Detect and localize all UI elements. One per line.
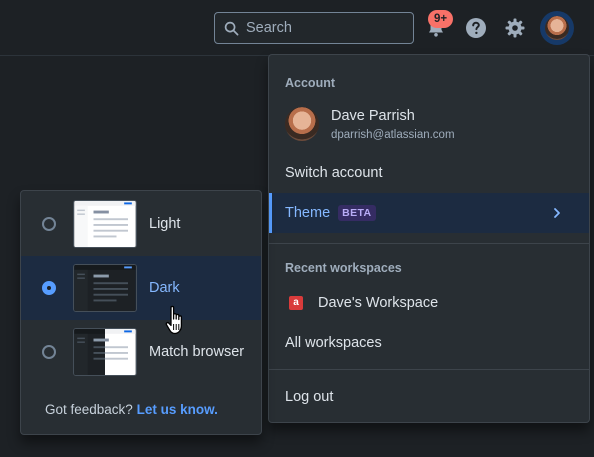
workspace-item[interactable]: a Dave's Workspace <box>269 283 589 323</box>
theme-option-label: Match browser <box>149 344 245 360</box>
chevron-right-icon <box>554 208 560 218</box>
avatar <box>285 107 319 141</box>
search-icon <box>224 21 239 35</box>
divider <box>269 243 589 244</box>
search-input[interactable]: Search <box>214 12 414 44</box>
workspace-name: Dave's Workspace <box>318 295 439 311</box>
feedback-line: Got feedback? Let us know. <box>45 402 218 417</box>
notifications-badge: 9+ <box>428 10 454 28</box>
theme-option-label: Dark <box>149 280 180 296</box>
radio-match-browser[interactable] <box>42 345 56 359</box>
theme-option-light[interactable]: Light <box>21 192 261 256</box>
avatar[interactable] <box>545 16 569 40</box>
match-browser-thumbnail-icon <box>73 328 137 376</box>
beta-badge: BETA <box>338 205 376 221</box>
hand-cursor-icon <box>165 305 183 335</box>
theme-option-label: Light <box>149 216 181 232</box>
theme-item[interactable]: Theme BETA <box>269 193 589 233</box>
gear-icon[interactable] <box>503 16 527 40</box>
theme-label: Theme <box>285 205 331 221</box>
all-workspaces-label: All workspaces <box>285 335 382 351</box>
help-icon[interactable] <box>464 16 488 40</box>
light-theme-thumbnail-icon <box>73 200 137 248</box>
feedback-link[interactable]: Let us know. <box>137 402 218 417</box>
radio-dark[interactable] <box>42 281 56 295</box>
user-email: dparrish@atlassian.com <box>331 128 455 141</box>
account-menu: Account Dave Parrish dparrish@atlassian.… <box>268 54 590 423</box>
logout-label: Log out <box>285 389 334 405</box>
theme-option-match-browser[interactable]: Match browser <box>21 320 261 384</box>
feedback-text: Got feedback? <box>45 402 133 417</box>
radio-light[interactable] <box>42 217 56 231</box>
logout-item[interactable]: Log out <box>269 377 589 417</box>
user-name: Dave Parrish <box>331 107 415 124</box>
dark-theme-thumbnail-icon <box>73 264 137 312</box>
theme-option-dark[interactable]: Dark <box>21 256 261 320</box>
switch-account-item[interactable]: Switch account <box>269 153 589 193</box>
recent-workspaces-heading: Recent workspaces <box>285 261 402 275</box>
all-workspaces-item[interactable]: All workspaces <box>269 323 589 363</box>
switch-account-label: Switch account <box>285 165 383 181</box>
search-placeholder: Search <box>246 20 292 36</box>
workspace-icon: a <box>289 296 303 310</box>
divider <box>269 369 589 370</box>
profile-card: Dave Parrish dparrish@atlassian.com <box>285 107 455 141</box>
top-navigation-bar: Search 9+ <box>0 0 594 56</box>
theme-submenu: Light Dark Match browser Got feedback? L… <box>20 190 262 435</box>
account-heading: Account <box>285 76 335 90</box>
